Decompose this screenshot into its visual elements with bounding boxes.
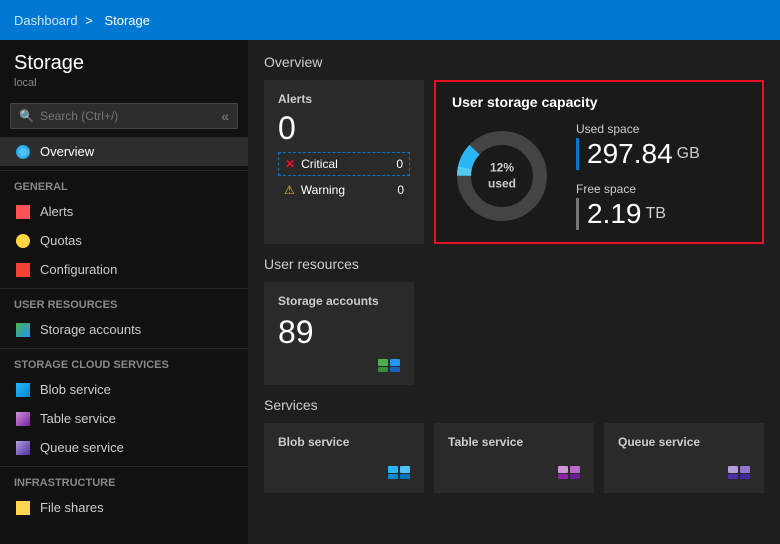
storage-accounts-count: 89	[278, 314, 400, 351]
main-content: Overview Alerts 0 ✕ Critical 0 ⚠ Warning…	[248, 40, 780, 544]
sidebar-item-configuration[interactable]: Configuration	[0, 255, 248, 284]
storage-accounts-card-title: Storage accounts	[278, 294, 400, 308]
free-value: 2.19	[587, 200, 642, 228]
search-input[interactable]	[40, 109, 221, 123]
sidebar-item-file-shares[interactable]: File shares	[0, 493, 248, 522]
critical-label: Critical	[301, 157, 390, 171]
warning-icon: ⚠	[284, 183, 295, 197]
queue-service-icon-row	[618, 463, 750, 481]
quotas-icon	[14, 234, 32, 248]
sidebar-section-user-resources: User resources	[0, 288, 248, 315]
storage-accounts-card[interactable]: Storage accounts 89	[264, 282, 414, 385]
blob-icon	[14, 383, 32, 397]
collapse-button[interactable]: «	[221, 108, 229, 124]
sidebar-title: Storage	[14, 52, 234, 75]
services-row: Blob service Table service	[264, 423, 764, 493]
breadcrumb: Dashboard > Storage	[14, 13, 154, 28]
sidebar-item-quotas-label: Quotas	[40, 233, 82, 248]
top-nav: Dashboard > Storage	[0, 0, 780, 40]
free-unit: TB	[646, 205, 666, 223]
search-box[interactable]: 🔍 «	[10, 103, 238, 129]
sidebar-item-file-shares-label: File shares	[40, 500, 104, 515]
used-space-stat: Used space 297.84 GB	[576, 122, 700, 170]
queue-service-card[interactable]: Queue service	[604, 423, 764, 493]
sidebar-item-table-label: Table service	[40, 411, 116, 426]
sidebar-item-alerts-label: Alerts	[40, 204, 73, 219]
free-space-row: 2.19 TB	[576, 198, 700, 230]
table-icon	[14, 412, 32, 426]
alerts-card-title: Alerts	[278, 92, 410, 106]
storage-stats: Used space 297.84 GB Free space	[576, 122, 700, 230]
main-layout: Storage local 🔍 « Overview General Alert…	[0, 40, 780, 544]
storage-accounts-icon-row	[278, 355, 400, 373]
table-service-icon-row	[448, 463, 580, 481]
alerts-count: 0	[278, 112, 410, 144]
config-icon	[14, 263, 32, 277]
used-space-label: Used space	[576, 122, 700, 136]
sidebar-section-infrastructure: Infrastructure	[0, 466, 248, 493]
sidebar-header: Storage local	[0, 40, 248, 95]
sidebar-item-storage-accounts[interactable]: Storage accounts	[0, 315, 248, 344]
table-service-icon	[558, 463, 580, 481]
blob-service-label: Blob service	[278, 435, 410, 449]
overview-section-title: Overview	[264, 54, 764, 70]
donut-chart: 12% used	[452, 126, 552, 226]
search-icon: 🔍	[19, 109, 34, 123]
alerts-critical-row[interactable]: ✕ Critical 0	[278, 152, 410, 176]
queue-service-label: Queue service	[618, 435, 750, 449]
user-resources-title: User resources	[264, 256, 764, 272]
sidebar-section-general: General	[0, 170, 248, 197]
sidebar-item-overview[interactable]: Overview	[0, 137, 248, 166]
critical-count: 0	[396, 157, 403, 171]
queue-service-icon	[728, 463, 750, 481]
used-unit: GB	[677, 145, 700, 163]
storage-icon	[14, 323, 32, 337]
donut-label: 12% used	[477, 160, 527, 191]
storage-accounts-icon	[378, 355, 400, 373]
breadcrumb-current: Storage	[104, 13, 150, 28]
user-resources-row: Storage accounts 89	[264, 282, 764, 385]
overview-icon	[14, 145, 32, 159]
used-value: 297.84	[587, 140, 673, 168]
blob-service-card[interactable]: Blob service	[264, 423, 424, 493]
sidebar: Storage local 🔍 « Overview General Alert…	[0, 40, 248, 544]
warning-label: Warning	[301, 183, 392, 197]
sidebar-item-queue-label: Queue service	[40, 440, 124, 455]
alerts-warning-row[interactable]: ⚠ Warning 0	[278, 179, 410, 201]
sidebar-subtitle: local	[14, 77, 234, 89]
services-title: Services	[264, 397, 764, 413]
sidebar-item-alerts[interactable]: Alerts	[0, 197, 248, 226]
sidebar-item-quotas[interactable]: Quotas	[0, 226, 248, 255]
table-service-card[interactable]: Table service	[434, 423, 594, 493]
free-space-stat: Free space 2.19 TB	[576, 182, 700, 230]
sidebar-item-table-service[interactable]: Table service	[0, 404, 248, 433]
queue-icon	[14, 441, 32, 455]
table-service-label: Table service	[448, 435, 580, 449]
free-space-label: Free space	[576, 182, 700, 196]
breadcrumb-dashboard-link[interactable]: Dashboard	[14, 13, 78, 28]
used-bar	[576, 138, 579, 170]
sidebar-item-queue-service[interactable]: Queue service	[0, 433, 248, 462]
critical-icon: ✕	[285, 157, 295, 171]
sidebar-item-configuration-label: Configuration	[40, 262, 117, 277]
files-icon	[14, 501, 32, 515]
alerts-card: Alerts 0 ✕ Critical 0 ⚠ Warning 0	[264, 80, 424, 244]
storage-card-title: User storage capacity	[452, 94, 746, 110]
overview-row: Alerts 0 ✕ Critical 0 ⚠ Warning 0 User s…	[264, 80, 764, 244]
sidebar-section-cloud-services: Storage cloud services	[0, 348, 248, 375]
sidebar-item-blob-service[interactable]: Blob service	[0, 375, 248, 404]
warning-count: 0	[397, 183, 404, 197]
breadcrumb-sep: >	[85, 13, 93, 28]
storage-capacity-card: User storage capacity	[434, 80, 764, 244]
alerts-icon	[14, 205, 32, 219]
sidebar-item-storage-accounts-label: Storage accounts	[40, 322, 141, 337]
blob-service-icon	[388, 463, 410, 481]
free-bar	[576, 198, 579, 230]
used-space-row: 297.84 GB	[576, 138, 700, 170]
sidebar-item-blob-label: Blob service	[40, 382, 111, 397]
blob-service-icon-row	[278, 463, 410, 481]
sidebar-item-overview-label: Overview	[40, 144, 94, 159]
